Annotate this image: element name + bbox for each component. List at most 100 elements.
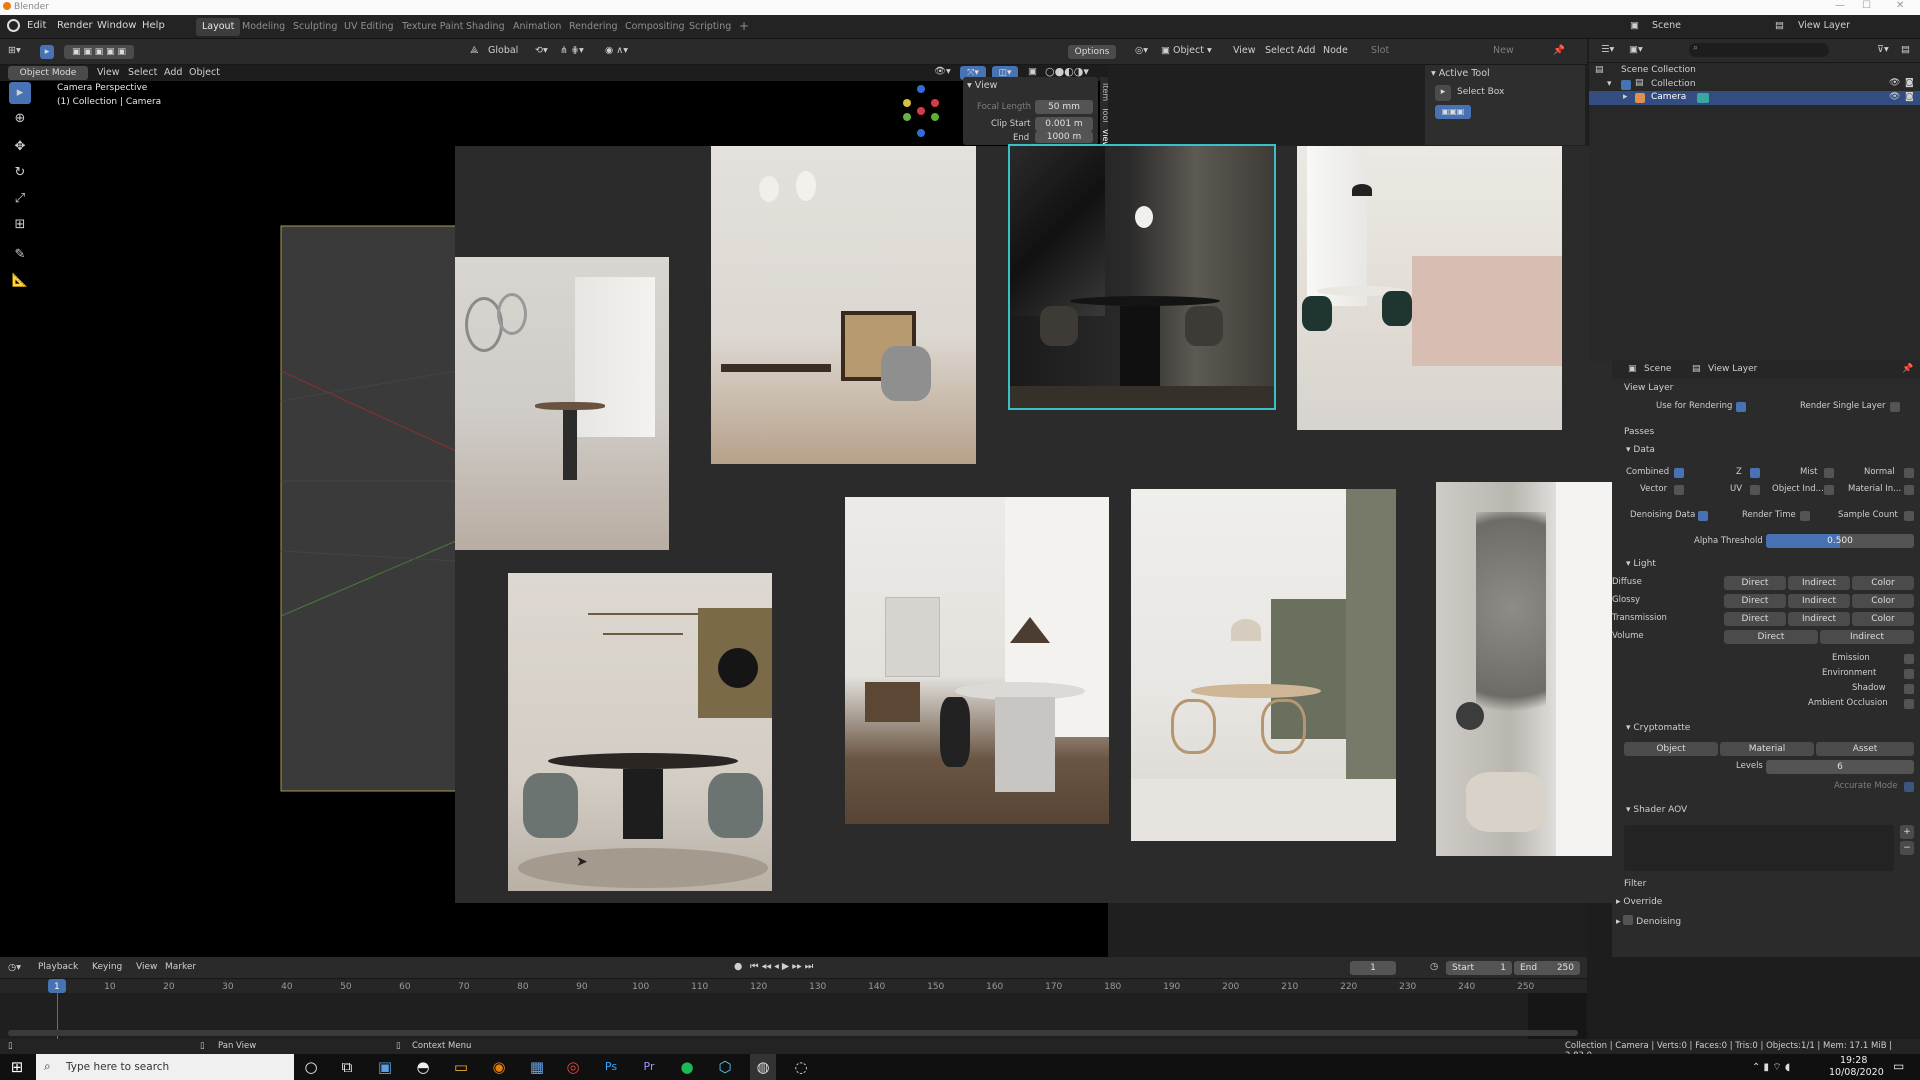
calculator-icon[interactable]: ▦ <box>524 1054 550 1080</box>
tab-layout[interactable]: Layout <box>196 18 241 36</box>
camera-visibility-icon[interactable]: 👁 <box>1889 92 1900 102</box>
visibility-icon[interactable]: 👁▾ <box>934 66 951 77</box>
clip-start-field[interactable]: 0.001 m <box>1035 117 1093 131</box>
outliner-type-icon[interactable]: ☰▾ <box>1601 44 1614 55</box>
tab-scripting[interactable]: Scripting <box>683 18 737 36</box>
timeline-menu-keying[interactable]: Keying <box>92 962 122 972</box>
options-dropdown[interactable]: Options <box>1068 45 1116 59</box>
cursor-tool-icon[interactable]: ⊕ <box>9 108 31 130</box>
cryptomatte-subsection-header[interactable]: ▾ Cryptomatte <box>1626 723 1690 733</box>
tab-modeling[interactable]: Modeling <box>236 18 291 36</box>
override-section-header[interactable]: ▸ Override <box>1616 897 1662 907</box>
tab-uv-editing[interactable]: UV Editing <box>338 18 400 36</box>
camera-render-icon[interactable]: ◙ <box>1905 92 1914 102</box>
node-menu-select[interactable]: Select <box>1265 45 1294 56</box>
camera-expand-icon[interactable]: ▸ <box>1623 92 1628 102</box>
properties-view-layer-tab[interactable]: View Layer <box>1708 364 1757 374</box>
collection-checkbox[interactable] <box>1621 80 1631 90</box>
denoising-section-header[interactable]: ▸ Denoising <box>1616 915 1681 927</box>
blender-menu-icon[interactable] <box>7 19 20 32</box>
orientation-dropdown[interactable]: Global <box>488 45 518 56</box>
outliner-scene-collection[interactable]: Scene Collection <box>1621 65 1696 75</box>
app-icon-1[interactable]: ▣ <box>372 1054 398 1080</box>
new-material-button[interactable]: New <box>1493 45 1514 56</box>
menu-render[interactable]: Render <box>57 20 93 31</box>
app-icon-2[interactable]: ◓ <box>410 1054 436 1080</box>
outliner-camera[interactable]: Camera <box>1651 92 1686 102</box>
glossy-color-button[interactable]: Color <box>1852 594 1914 608</box>
snap-icon[interactable]: ⋔ ⋕▾ <box>560 45 584 56</box>
annotate-tool-icon[interactable]: ✎ <box>9 244 31 266</box>
transform-tool-icon[interactable]: ⊞ <box>9 214 31 236</box>
combined-checkbox[interactable] <box>1674 468 1684 478</box>
spotify-icon[interactable]: ● <box>674 1054 700 1080</box>
denoising-data-checkbox[interactable] <box>1698 511 1708 521</box>
notifications-icon[interactable]: ▭ <box>1893 1059 1904 1073</box>
menu-edit[interactable]: Edit <box>27 20 46 31</box>
selection-mode-buttons[interactable]: ▣ ▣ ▣ ▣ ▣ <box>64 45 134 59</box>
xray-icon[interactable]: ▣ <box>1028 66 1037 77</box>
alpha-threshold-slider[interactable]: 0.500 <box>1766 534 1914 548</box>
material-index-checkbox[interactable] <box>1904 485 1914 495</box>
shader-aov-list[interactable] <box>1624 825 1894 871</box>
pin-properties-icon[interactable]: 📌 <box>1902 364 1913 374</box>
timeline-type-icon[interactable]: ◷▾ <box>8 962 21 973</box>
timeline-scrollbar[interactable] <box>8 1030 1578 1036</box>
outliner-collection[interactable]: Collection <box>1651 79 1696 89</box>
mist-checkbox[interactable] <box>1824 468 1834 478</box>
tab-rendering[interactable]: Rendering <box>563 18 624 36</box>
app-icon-3[interactable]: ⬡ <box>712 1054 738 1080</box>
tab-animation[interactable]: Animation <box>507 18 567 36</box>
environment-checkbox[interactable] <box>1904 669 1914 679</box>
object-index-checkbox[interactable] <box>1824 485 1834 495</box>
shader-aov-subsection-header[interactable]: ▾ Shader AOV <box>1626 805 1687 815</box>
add-aov-icon[interactable]: + <box>1900 825 1914 839</box>
start-frame-field[interactable]: Start 1 <box>1446 961 1512 975</box>
view-layer-name[interactable]: View Layer <box>1798 20 1850 31</box>
reference-image-canvas[interactable]: ➤ <box>455 144 1623 903</box>
filter-icon[interactable]: ⊽▾ <box>1877 44 1889 55</box>
menu-help[interactable]: Help <box>142 20 165 31</box>
render-single-layer-checkbox[interactable] <box>1890 402 1900 412</box>
photo-dark-dining-selected[interactable] <box>1008 144 1276 410</box>
render-time-checkbox[interactable] <box>1800 511 1810 521</box>
diffuse-indirect-button[interactable]: Indirect <box>1788 576 1850 590</box>
transmission-color-button[interactable]: Color <box>1852 612 1914 626</box>
viewport-menu-object[interactable]: Object <box>189 67 220 78</box>
tab-shading[interactable]: Shading <box>460 18 511 36</box>
select-mode-buttons[interactable]: ▣▣▣ <box>1435 105 1471 119</box>
app-icon-4[interactable]: ◍ <box>750 1054 776 1080</box>
file-explorer-icon[interactable]: ▭ <box>448 1054 474 1080</box>
node-menu-view[interactable]: View <box>1233 45 1256 56</box>
photoshop-icon[interactable]: Ps <box>598 1054 624 1080</box>
system-tray-icons[interactable]: ⌃ ▮ ⌔ ◖ <box>1752 1061 1790 1074</box>
end-frame-field[interactable]: End 250 <box>1514 961 1580 975</box>
accurate-mode-checkbox[interactable] <box>1904 782 1914 792</box>
preview-range-icon[interactable]: ◷ <box>1430 961 1438 972</box>
rotate-tool-icon[interactable]: ↻ <box>9 162 31 184</box>
taskbar-date[interactable]: 10/08/2020 <box>1829 1067 1884 1078</box>
select-tool-icon[interactable]: ▸ <box>9 82 31 104</box>
pivot-icon[interactable]: ⟲▾ <box>535 45 548 56</box>
use-for-rendering-checkbox[interactable] <box>1736 402 1746 412</box>
timeline-menu-view[interactable]: View <box>136 962 157 972</box>
object-mode-dropdown[interactable]: Object Mode <box>8 66 88 80</box>
collection-visibility-icon[interactable]: 👁 <box>1889 78 1900 88</box>
sample-count-checkbox[interactable] <box>1904 511 1914 521</box>
collection-render-icon[interactable]: ◙ <box>1905 78 1914 88</box>
transmission-indirect-button[interactable]: Indirect <box>1788 612 1850 626</box>
clip-end-field[interactable]: 1000 m <box>1035 131 1093 143</box>
slot-dropdown[interactable]: Slot <box>1371 45 1389 56</box>
cortana-icon[interactable]: ○ <box>298 1054 324 1080</box>
outliner-row-camera[interactable]: ▸ Camera 👁 ◙ <box>1589 91 1920 105</box>
vector-checkbox[interactable] <box>1674 485 1684 495</box>
premiere-icon[interactable]: Pr <box>636 1054 662 1080</box>
diffuse-color-button[interactable]: Color <box>1852 576 1914 590</box>
emission-checkbox[interactable] <box>1904 654 1914 664</box>
move-tool-icon[interactable]: ✥ <box>9 136 31 158</box>
chrome-icon[interactable]: ◎ <box>560 1054 586 1080</box>
shadow-checkbox[interactable] <box>1904 684 1914 694</box>
volume-indirect-button[interactable]: Indirect <box>1820 630 1914 644</box>
cryptomatte-asset-button[interactable]: Asset <box>1816 742 1914 756</box>
glossy-direct-button[interactable]: Direct <box>1724 594 1786 608</box>
